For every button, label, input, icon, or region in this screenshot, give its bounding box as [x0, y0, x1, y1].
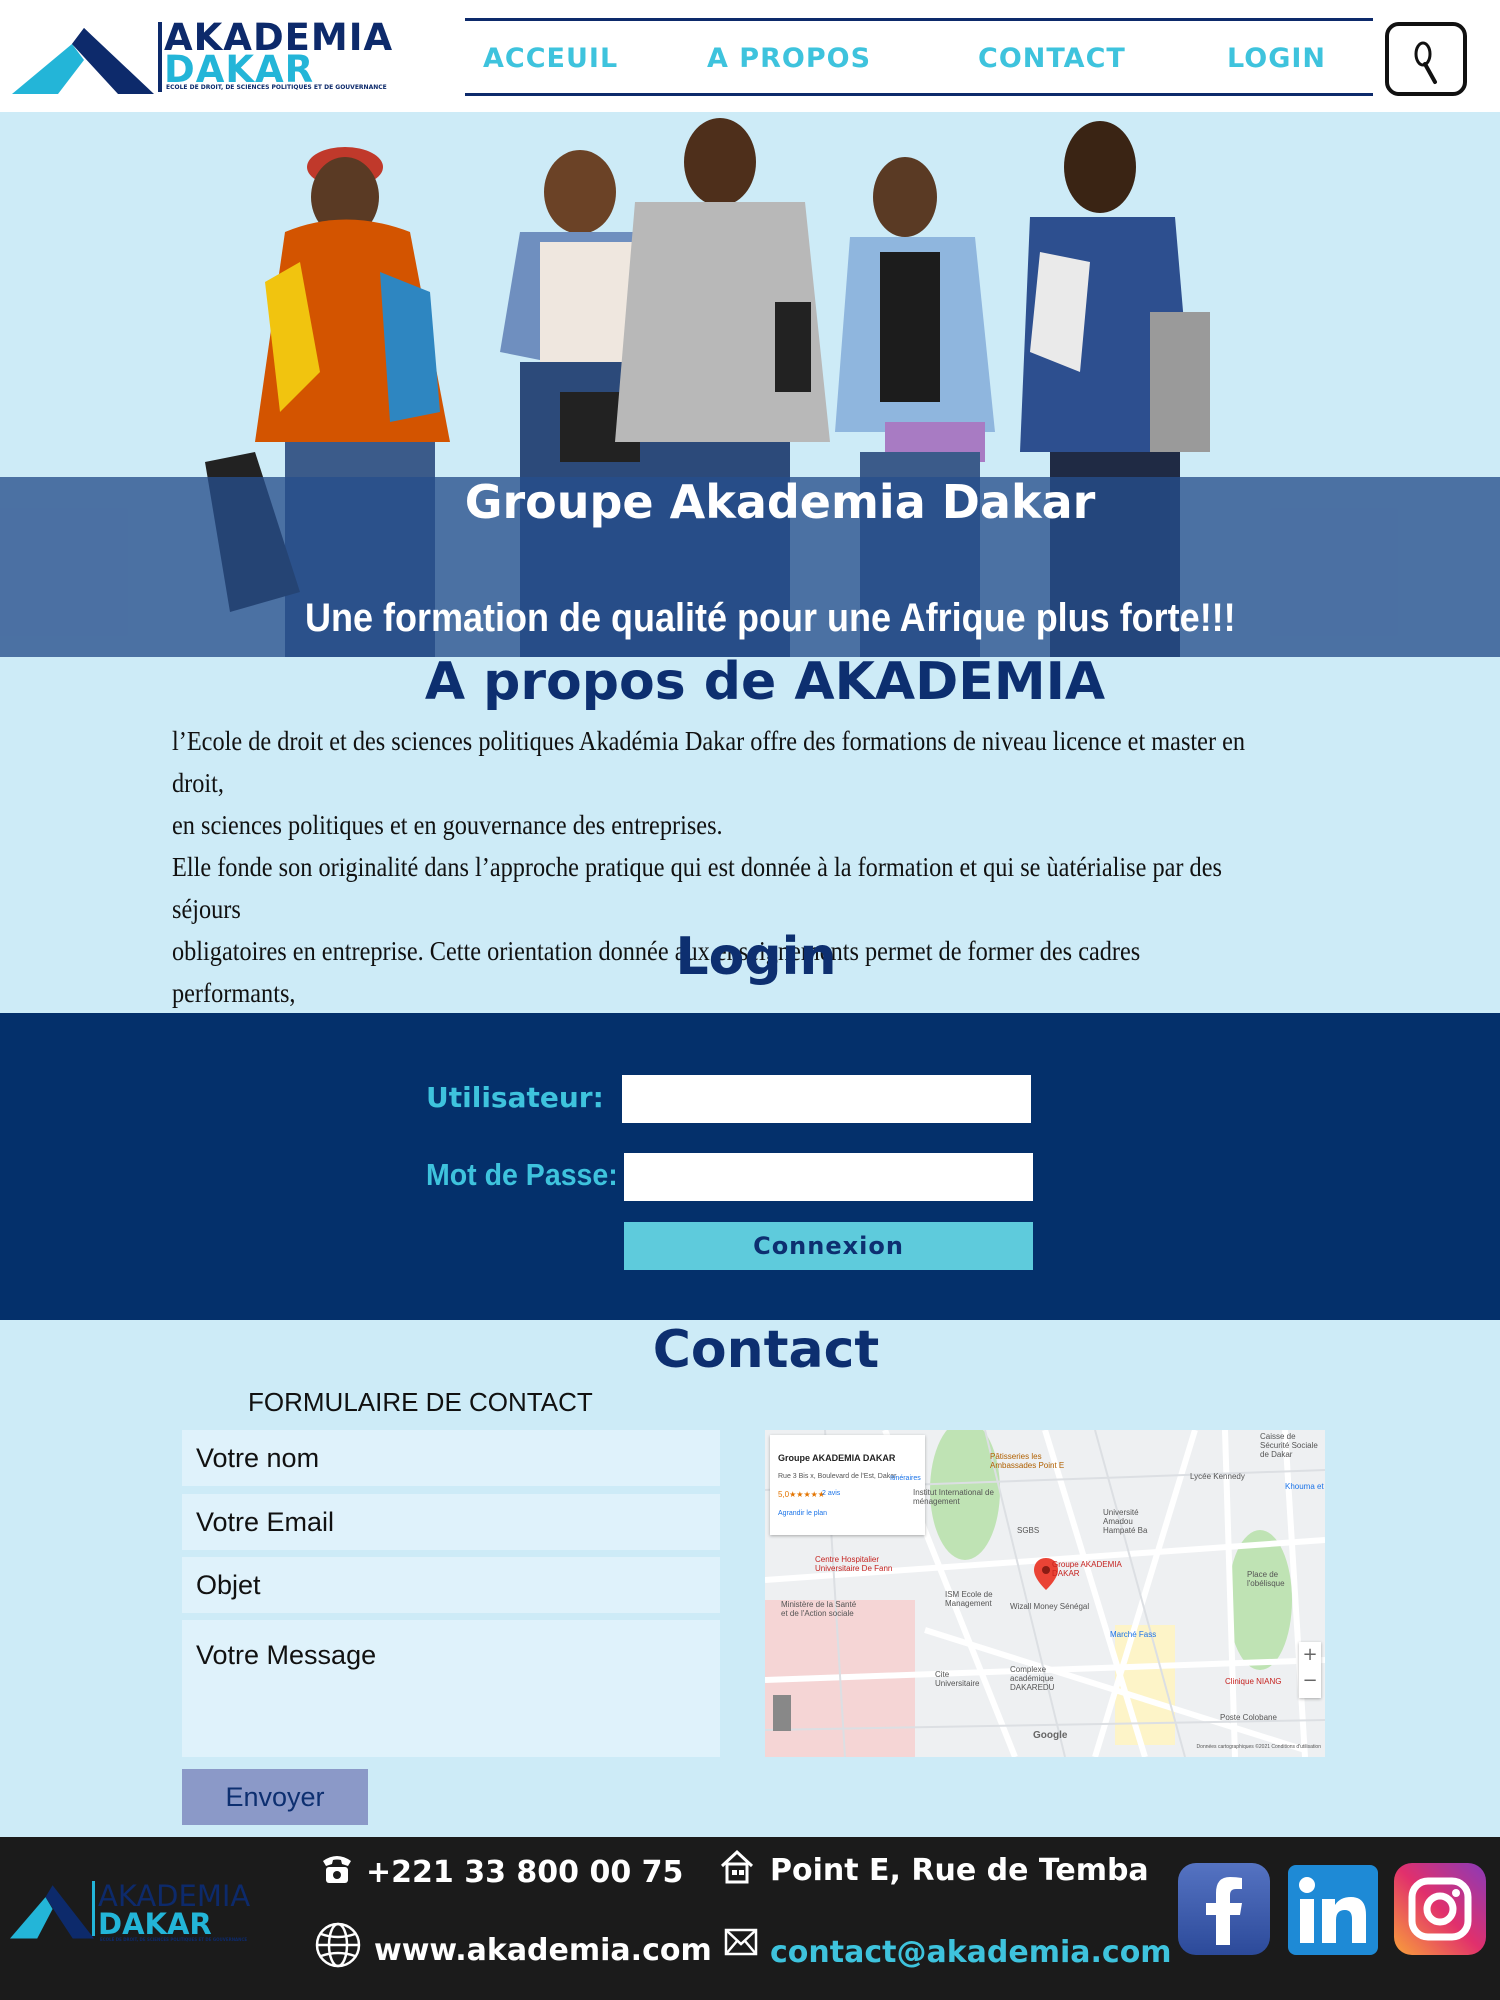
map-credit[interactable]: Données cartographiques ©2021 Conditions… [1197, 1744, 1321, 1750]
footer-logo[interactable]: AKADEMIA DAKAR ECOLE DE DROIT, DE SCIENC… [10, 1873, 280, 1953]
site-header: AKADEMIA DAKAR ECOLE DE DROIT, DE SCIENC… [0, 0, 1500, 112]
map-place: Ministère de la Santé et de l'Action soc… [781, 1600, 857, 1618]
map-directions-link[interactable]: Itinéraires [890, 1475, 921, 1482]
map-place: Institut International de ménagement [913, 1488, 994, 1506]
map-place: Centre Hospitalier Universitaire De Fann [815, 1555, 893, 1573]
search-button[interactable] [1385, 22, 1467, 96]
logo-subtitle: ECOLE DE DROIT, DE SCIENCES POLITIQUES E… [166, 84, 387, 91]
map-place: Marché Fass [1110, 1630, 1157, 1639]
map-place: Caisse de Sécurité Sociale de Dakar [1260, 1432, 1318, 1459]
about-paragraph: l’Ecole de droit et des sciences politiq… [172, 726, 1246, 1050]
site-footer: AKADEMIA DAKAR ECOLE DE DROIT, DE SCIENC… [0, 1837, 1500, 2000]
contact-form-label: FORMULAIRE DE CONTACT [248, 1387, 593, 1417]
linkedin-button[interactable] [1288, 1865, 1378, 1955]
send-button[interactable]: Envoyer [182, 1769, 368, 1825]
name-input[interactable] [182, 1430, 720, 1486]
location-map[interactable]: Groupe AKADEMIA DAKAR Rue 3 Bis x, Boule… [765, 1430, 1325, 1757]
map-place: Université Amadou Hampaté Ba [1103, 1508, 1148, 1535]
username-label: Utilisateur: [426, 1081, 604, 1114]
footer-phone[interactable]: +221 33 800 00 75 [366, 1855, 683, 1890]
map-place: Cite Universitaire [935, 1670, 980, 1688]
mail-icon [724, 1928, 758, 1956]
phone-icon [323, 1856, 351, 1883]
hero-section [0, 112, 1500, 657]
main-nav: ACCEUIL A PROPOS CONTACT LOGIN [465, 18, 1373, 96]
footer-logo-divider [92, 1881, 95, 1936]
connexion-button[interactable]: Connexion [624, 1222, 1033, 1270]
footer-website[interactable]: www.akademia.com [374, 1933, 712, 1968]
footer-logo-mark-icon [10, 1885, 94, 1939]
nav-item-login[interactable]: LOGIN [1227, 43, 1326, 74]
facebook-icon [1206, 1877, 1242, 1945]
email-input[interactable] [182, 1494, 720, 1550]
map-card-reviews[interactable]: 2 avis [822, 1490, 840, 1497]
instagram-button[interactable] [1394, 1863, 1486, 1955]
map-place: ISM Ecole de Management [945, 1590, 993, 1608]
map-place: SGBS [1017, 1526, 1040, 1535]
map-google-logo: Google [1033, 1730, 1068, 1741]
username-input[interactable] [622, 1075, 1031, 1123]
footer-logo-subtitle: ECOLE DE DROIT, DE SCIENCES POLITIQUES E… [100, 1937, 248, 1942]
map-card-address: Rue 3 Bis x, Boulevard de l'Est, Dakar [778, 1473, 897, 1480]
map-place: Lycée Kennedy [1190, 1472, 1245, 1481]
instagram-icon [1408, 1877, 1472, 1941]
map-place: Khouma et [1285, 1482, 1324, 1491]
facebook-button[interactable] [1178, 1863, 1270, 1955]
map-place: Place de l'obélisque [1247, 1570, 1285, 1588]
search-icon [1414, 41, 1437, 84]
password-label: Mot de Passe: [426, 1157, 618, 1192]
home-icon [720, 1849, 754, 1884]
about-heading: A propos de AKADEMIA [424, 652, 1106, 712]
map-place: Complexe académique DAKAREDU [1010, 1665, 1055, 1692]
contact-heading: Contact [652, 1320, 880, 1380]
footer-logo-dakar: DAKAR [98, 1907, 212, 1941]
nav-item-a-propos[interactable]: A PROPOS [707, 43, 871, 74]
map-card-title: Groupe AKADEMIA DAKAR [778, 1453, 896, 1463]
nav-item-acceuil[interactable]: ACCEUIL [483, 43, 618, 74]
akademia-logo[interactable]: AKADEMIA DAKAR ECOLE DE DROIT, DE SCIENC… [12, 16, 432, 98]
map-info-card: Groupe AKADEMIA DAKAR Rue 3 Bis x, Boule… [770, 1435, 925, 1535]
globe-icon [315, 1922, 361, 1968]
map-zoom-controls[interactable]: + − [1299, 1642, 1321, 1698]
login-heading: Login [675, 927, 837, 987]
linkedin-icon [1299, 1877, 1366, 1943]
map-place: Clinique NIANG [1225, 1677, 1282, 1686]
password-input[interactable] [624, 1153, 1033, 1201]
logo-divider [158, 22, 162, 92]
footer-email[interactable]: contact@akademia.com [770, 1935, 1172, 1970]
login-panel: Utilisateur: Mot de Passe: Connexion [0, 1013, 1500, 1320]
message-textarea[interactable] [182, 1620, 720, 1757]
map-place: Wizall Money Sénégal [1010, 1602, 1090, 1611]
map-pin-label: Groupe AKADEMIA DAKAR [1052, 1560, 1122, 1578]
subject-input[interactable] [182, 1557, 720, 1613]
map-place: Poste Colobane [1220, 1713, 1277, 1722]
hero-title: Groupe Akademia Dakar [464, 475, 1096, 529]
map-card-rating: 5,0★★★★★ [778, 1490, 825, 1499]
map-place: Pâtisseries les Ambassades Point E [990, 1452, 1065, 1470]
nav-item-contact[interactable]: CONTACT [978, 43, 1126, 74]
hero-tagline: Une formation de qualité pour une Afriqu… [305, 596, 1236, 640]
map-enlarge-link[interactable]: Agrandir le plan [778, 1510, 827, 1517]
footer-address: Point E, Rue de Temba [770, 1853, 1149, 1888]
logo-mark-icon [12, 28, 154, 94]
